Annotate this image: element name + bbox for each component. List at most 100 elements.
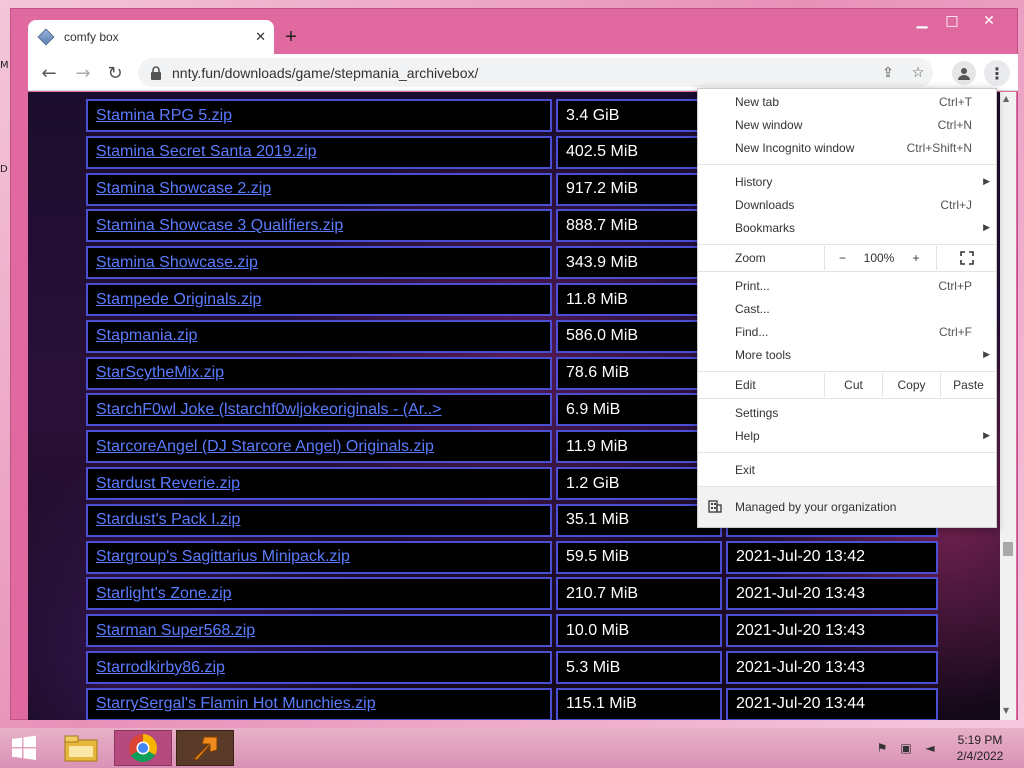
submenu-arrow-icon: ▶ (983, 177, 990, 187)
paste-button[interactable]: Paste (940, 373, 996, 397)
lock-icon (151, 65, 161, 80)
file-link[interactable]: Stamina Showcase 3 Qualifiers.zip (96, 217, 343, 235)
file-link[interactable]: StarchF0wl Joke (lstarchf0wljokeoriginal… (96, 401, 441, 419)
submenu-arrow-icon: ▶ (983, 431, 990, 441)
file-date-cell: 2021-Jul-20 13:43 (726, 651, 938, 684)
file-link[interactable]: Stargroup's Sagittarius Minipack.zip (96, 548, 350, 566)
menu-item-incognito[interactable]: New Incognito window Ctrl+Shift+N (698, 137, 996, 159)
system-clock[interactable]: 5:19 PM 2/4/2022 (950, 732, 1010, 764)
forward-button[interactable]: → (70, 60, 96, 86)
file-date-cell: 2021-Jul-20 13:43 (726, 614, 938, 648)
maximize-button[interactable]: □ (937, 9, 967, 33)
menu-item-new-tab[interactable]: New tab Ctrl+T (698, 91, 996, 113)
action-center-flag-icon[interactable]: ⚑ (874, 740, 890, 756)
person-icon (958, 68, 970, 80)
scroll-up-arrow-icon[interactable]: ▲ (1003, 94, 1009, 103)
share-icon[interactable]: ⇪ (873, 61, 903, 85)
start-button[interactable] (0, 730, 48, 766)
file-link[interactable]: StarrySergal's Flamin Hot Munchies.zip (96, 695, 376, 713)
desktop-edge-letter: D (0, 164, 8, 175)
clock-date: 2/4/2022 (956, 749, 1004, 763)
file-link[interactable]: StarScytheMix.zip (96, 364, 224, 382)
close-window-button[interactable]: ✕ (967, 9, 1011, 33)
window-controls: ▁ □ ✕ (907, 9, 1011, 35)
menu-label: More tools (735, 348, 792, 362)
file-name-cell: Stamina Showcase.zip (86, 246, 552, 280)
menu-shortcut: Ctrl+P (938, 279, 972, 293)
file-link[interactable]: Starlight's Zone.zip (96, 585, 232, 603)
zoom-in-button[interactable]: + (898, 246, 934, 270)
address-bar[interactable]: nnty.fun/downloads/game/stepmania_archiv… (138, 58, 933, 87)
network-icon[interactable]: ▣ (898, 740, 914, 756)
menu-item-print[interactable]: Print... Ctrl+P (698, 275, 996, 297)
minimize-button[interactable]: ▁ (907, 9, 937, 33)
zoom-out-button[interactable]: − (824, 246, 860, 270)
menu-item-bookmarks[interactable]: Bookmarks ▶ (698, 217, 996, 239)
file-link[interactable]: Stamina Showcase 2.zip (96, 180, 271, 198)
taskbar-stepmania[interactable] (176, 730, 234, 766)
menu-item-downloads[interactable]: Downloads Ctrl+J (698, 194, 996, 216)
file-size-cell: 59.5 MiB (556, 540, 722, 574)
url-text[interactable]: nnty.fun/downloads/game/stepmania_archiv… (172, 65, 873, 81)
menu-shortcut: Ctrl+Shift+N (906, 141, 972, 155)
menu-separator (698, 371, 996, 372)
menu-label: New window (735, 118, 803, 132)
menu-item-cast[interactable]: Cast... (698, 298, 996, 320)
browser-tab[interactable]: comfy box ✕ (28, 20, 274, 54)
new-tab-button[interactable]: + (279, 25, 303, 49)
file-link[interactable]: StarcoreAngel (DJ Starcore Angel) Origin… (96, 438, 434, 456)
fullscreen-icon (959, 251, 974, 265)
file-link[interactable]: Stamina Showcase.zip (96, 254, 258, 272)
file-link[interactable]: Stardust Reverie.zip (96, 475, 240, 493)
file-link[interactable]: Starrodkirby86.zip (96, 659, 225, 677)
file-link[interactable]: Starman Super568.zip (96, 622, 255, 640)
cut-button[interactable]: Cut (824, 373, 882, 397)
clock-time: 5:19 PM (957, 733, 1003, 747)
menu-item-history[interactable]: History ▶ (698, 171, 996, 193)
bookmark-star-icon[interactable]: ☆ (903, 61, 933, 85)
menu-label: Managed by your organization (735, 500, 897, 514)
file-link[interactable]: Stampede Originals.zip (96, 291, 261, 309)
menu-shortcut: Ctrl+F (939, 325, 972, 339)
menu-item-new-window[interactable]: New window Ctrl+N (698, 114, 996, 136)
menu-item-exit[interactable]: Exit (698, 459, 996, 481)
menu-separator (698, 398, 996, 399)
browser-toolbar: ← → ↻ nnty.fun/downloads/game/stepmania_… (28, 54, 1018, 91)
file-name-cell: Stardust's Pack I.zip (86, 503, 552, 537)
folder-icon (64, 735, 98, 762)
menu-item-more-tools[interactable]: More tools ▶ (698, 344, 996, 366)
profile-avatar-icon[interactable] (952, 61, 976, 85)
menu-item-managed[interactable]: Managed by your organization (698, 487, 996, 527)
taskbar-file-explorer[interactable] (54, 730, 108, 766)
menu-label: Settings (735, 406, 779, 420)
copy-button[interactable]: Copy (882, 373, 940, 397)
file-link[interactable]: Stardust's Pack I.zip (96, 511, 240, 529)
chrome-menu-button[interactable]: ⋮ (984, 60, 1010, 86)
file-name-cell: Stamina Secret Santa 2019.zip (86, 135, 552, 169)
scrollbar-thumb[interactable] (1003, 542, 1013, 556)
menu-item-settings[interactable]: Settings (698, 402, 996, 424)
menu-separator (698, 244, 996, 245)
fullscreen-button[interactable] (936, 246, 996, 270)
submenu-arrow-icon: ▶ (983, 223, 990, 233)
menu-item-find[interactable]: Find... Ctrl+F (698, 321, 996, 343)
menu-item-help[interactable]: Help ▶ (698, 425, 996, 447)
scroll-down-arrow-icon[interactable]: ▼ (1003, 706, 1009, 715)
taskbar-chrome[interactable] (114, 730, 172, 766)
menu-separator (698, 164, 996, 165)
file-link[interactable]: Stamina RPG 5.zip (96, 107, 232, 125)
tab-close-icon[interactable]: ✕ (255, 30, 266, 45)
menu-shortcut: Ctrl+T (939, 95, 972, 109)
menu-separator (698, 271, 996, 272)
file-name-cell: Stampede Originals.zip (86, 283, 552, 316)
menu-shortcut: Ctrl+J (940, 198, 972, 212)
file-link[interactable]: Stapmania.zip (96, 327, 197, 345)
file-link[interactable]: Stamina Secret Santa 2019.zip (96, 143, 317, 161)
menu-label: Bookmarks (735, 221, 796, 235)
site-favicon-icon (37, 28, 55, 46)
back-button[interactable]: ← (36, 60, 62, 86)
file-date-cell: 2021-Jul-20 13:42 (726, 540, 938, 574)
volume-muted-icon[interactable]: ◄ (922, 740, 938, 756)
reload-button[interactable]: ↻ (102, 60, 128, 86)
vertical-scrollbar[interactable]: ▲ ▼ (1000, 92, 1016, 720)
